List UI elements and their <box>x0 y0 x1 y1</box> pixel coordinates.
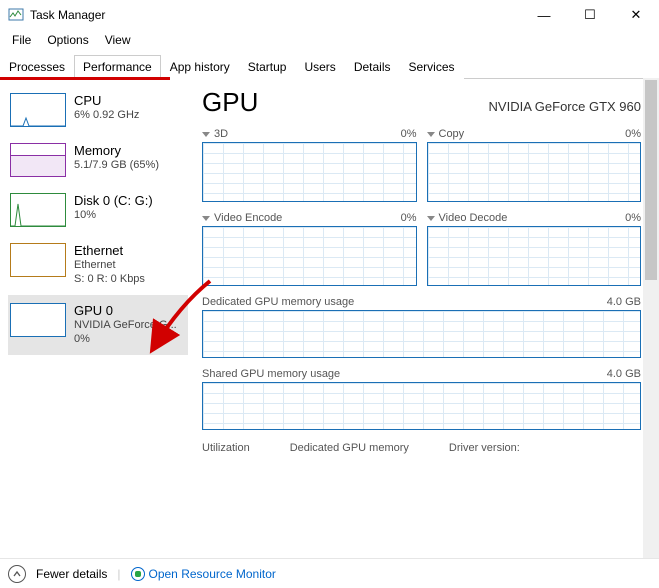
sidebar: CPU 6% 0.92 GHz Memory 5.1/7.9 GB (65%) … <box>0 79 188 551</box>
chart-canvas <box>202 382 641 430</box>
minimize-button[interactable]: — <box>521 0 567 30</box>
stat-dedicated: Dedicated GPU memory <box>290 442 409 454</box>
resource-monitor-icon <box>131 567 145 581</box>
window-controls: — ☐ ✕ <box>521 0 659 30</box>
sidebar-item-gpu[interactable]: GPU 0 NVIDIA GeForce G... 0% <box>8 295 188 355</box>
chevron-down-icon <box>427 216 435 221</box>
sidebar-sub: 5.1/7.9 GB (65%) <box>74 159 159 173</box>
tab-performance[interactable]: Performance <box>74 55 161 79</box>
fewer-details-button[interactable]: Fewer details <box>36 567 107 581</box>
menu-view[interactable]: View <box>97 31 139 49</box>
open-resource-monitor-link[interactable]: Open Resource Monitor <box>131 567 276 581</box>
chart-label: Video Decode <box>439 212 508 224</box>
window-title: Task Manager <box>30 8 105 22</box>
chart-label: Video Encode <box>214 212 282 224</box>
footer: Fewer details | Open Resource Monitor <box>0 558 659 588</box>
chevron-down-icon <box>202 216 210 221</box>
sidebar-sub2: 0% <box>74 333 177 347</box>
chevron-up-icon[interactable] <box>8 565 26 583</box>
tab-details[interactable]: Details <box>345 55 400 79</box>
close-button[interactable]: ✕ <box>613 0 659 30</box>
chart-pct: 0% <box>401 212 417 224</box>
stats-row: Utilization Dedicated GPU memory Driver … <box>202 442 641 454</box>
app-icon <box>8 7 24 23</box>
mini-graph-disk <box>10 193 66 227</box>
tab-services[interactable]: Services <box>400 55 464 79</box>
chart-label: Shared GPU memory usage <box>202 368 340 380</box>
chart-canvas <box>202 142 417 202</box>
chart-label: Copy <box>439 128 465 140</box>
titlebar: Task Manager — ☐ ✕ <box>0 0 659 30</box>
mini-graph-cpu <box>10 93 66 127</box>
orm-label: Open Resource Monitor <box>149 567 276 581</box>
chart-right: 4.0 GB <box>607 296 641 308</box>
scroll-thumb[interactable] <box>645 80 657 280</box>
scrollbar[interactable] <box>643 78 659 558</box>
sidebar-label: Ethernet <box>74 243 145 259</box>
mini-graph-ethernet <box>10 243 66 277</box>
sidebar-label: Disk 0 (C: G:) <box>74 193 153 209</box>
chart-label: 3D <box>214 128 228 140</box>
maximize-button[interactable]: ☐ <box>567 0 613 30</box>
device-name: NVIDIA GeForce GTX 960 <box>489 99 641 114</box>
chart-label: Dedicated GPU memory usage <box>202 296 354 308</box>
stat-driver: Driver version: <box>449 442 520 454</box>
sidebar-item-ethernet[interactable]: Ethernet Ethernet S: 0 R: 0 Kbps <box>8 235 188 295</box>
menu-options[interactable]: Options <box>39 31 96 49</box>
chart-right: 4.0 GB <box>607 368 641 380</box>
chart-video-decode[interactable]: Video Decode 0% <box>427 212 642 286</box>
chart-canvas <box>202 310 641 358</box>
sidebar-sub: NVIDIA GeForce G... <box>74 319 177 333</box>
menu-file[interactable]: File <box>4 31 39 49</box>
chart-canvas <box>202 226 417 286</box>
menubar: File Options View <box>0 30 659 50</box>
sidebar-label: CPU <box>74 93 139 109</box>
mini-graph-memory <box>10 143 66 177</box>
sidebar-sub: 6% 0.92 GHz <box>74 109 139 123</box>
chart-pct: 0% <box>625 128 641 140</box>
chart-pct: 0% <box>401 128 417 140</box>
sidebar-label: GPU 0 <box>74 303 177 319</box>
sidebar-sub: 10% <box>74 209 153 223</box>
chart-3d[interactable]: 3D 0% <box>202 128 417 202</box>
sidebar-sub: Ethernet <box>74 259 145 273</box>
tab-app-history[interactable]: App history <box>161 55 239 79</box>
annotation-underline <box>0 77 170 80</box>
chart-pct: 0% <box>625 212 641 224</box>
chart-canvas <box>427 226 642 286</box>
sidebar-item-disk[interactable]: Disk 0 (C: G:) 10% <box>8 185 188 235</box>
chart-dedicated-mem: Dedicated GPU memory usage 4.0 GB <box>202 296 641 358</box>
page-title: GPU <box>202 87 258 118</box>
mini-graph-gpu <box>10 303 66 337</box>
sidebar-label: Memory <box>74 143 159 159</box>
chart-copy[interactable]: Copy 0% <box>427 128 642 202</box>
tab-processes[interactable]: Processes <box>0 55 74 79</box>
sidebar-sub2: S: 0 R: 0 Kbps <box>74 273 145 287</box>
chart-canvas <box>427 142 642 202</box>
chart-video-encode[interactable]: Video Encode 0% <box>202 212 417 286</box>
stat-utilization: Utilization <box>202 442 250 454</box>
chevron-down-icon <box>427 132 435 137</box>
chart-shared-mem: Shared GPU memory usage 4.0 GB <box>202 368 641 430</box>
tab-users[interactable]: Users <box>295 55 344 79</box>
sidebar-item-memory[interactable]: Memory 5.1/7.9 GB (65%) <box>8 135 188 185</box>
separator: | <box>117 567 120 581</box>
main-panel: GPU NVIDIA GeForce GTX 960 3D 0% Copy 0% <box>188 79 659 551</box>
chevron-down-icon <box>202 132 210 137</box>
tab-startup[interactable]: Startup <box>239 55 296 79</box>
tab-strip: Processes Performance App history Startu… <box>0 54 659 79</box>
sidebar-item-cpu[interactable]: CPU 6% 0.92 GHz <box>8 85 188 135</box>
